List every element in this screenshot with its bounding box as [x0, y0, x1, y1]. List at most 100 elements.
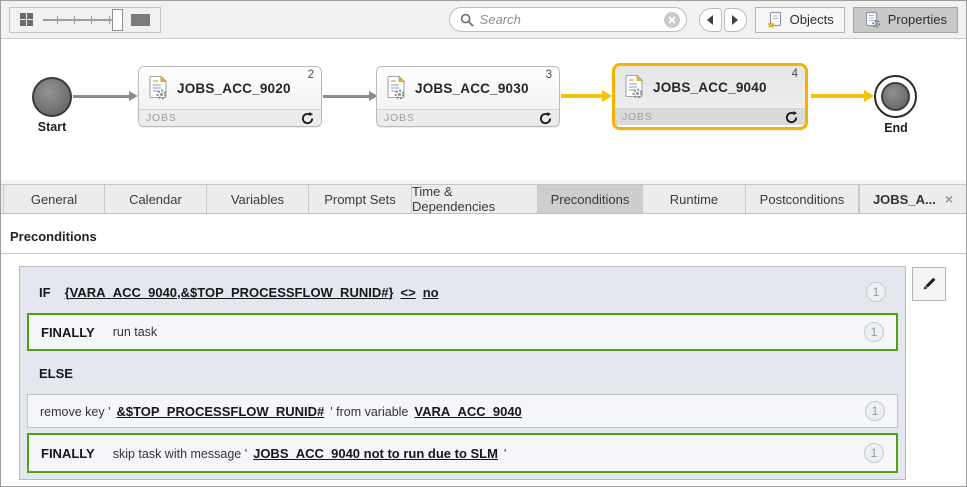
job-node-jobs-acc-9020[interactable]: JOBS_ACC_9020 2 JOBS [138, 66, 322, 127]
finally-run-row: FINALLY run task 1 [27, 313, 898, 351]
edge-arrowhead [129, 91, 138, 101]
job-icon [147, 75, 169, 101]
tab-time-dependencies[interactable]: Time & Dependencies [412, 185, 538, 213]
tab-prompt-sets[interactable]: Prompt Sets [309, 185, 412, 213]
section-title: Preconditions [1, 214, 966, 244]
node-footer: JOBS [615, 108, 805, 125]
finally-skip-row: FINALLY skip task with message ' JOBS_AC… [27, 433, 898, 473]
node-header: JOBS_ACC_9030 3 [377, 67, 559, 109]
zoom-tick [109, 16, 110, 24]
zoom-tick [91, 16, 92, 24]
overview-grid-icon[interactable] [20, 13, 33, 26]
workflow-editor-window: Objects Properties Start [0, 0, 967, 487]
objects-button-label: Objects [790, 12, 834, 27]
node-type-label: JOBS [384, 112, 415, 124]
precondition-rules-panel: IF {VARA_ACC_9040,&$TOP_PROCESSFLOW_RUNI… [19, 266, 906, 480]
job-node-jobs-acc-9030[interactable]: JOBS_ACC_9030 3 JOBS [376, 66, 560, 127]
count-badge: 1 [864, 322, 884, 342]
objects-page-icon [766, 11, 784, 29]
end-node-inner [881, 82, 910, 111]
start-label: Start [24, 120, 80, 134]
tab-label: Prompt Sets [324, 192, 396, 207]
tab-general[interactable]: General [4, 185, 105, 213]
end-label: End [868, 121, 924, 135]
tab-label: Runtime [670, 192, 718, 207]
node-footer: JOBS [377, 109, 559, 126]
properties-page-icon [864, 11, 882, 29]
zoom-slider[interactable] [43, 9, 121, 31]
objects-button[interactable]: Objects [755, 7, 845, 33]
condition-link[interactable]: {VARA_ACC_9040,&$TOP_PROCESSFLOW_RUNID#} [65, 285, 394, 300]
else-keyword: ELSE [39, 366, 73, 381]
close-icon[interactable]: × [945, 191, 953, 207]
object-tab-jobs-acc-9040[interactable]: JOBS_A... × [859, 185, 966, 213]
rerun-icon [785, 111, 798, 124]
object-tab-label: JOBS_A... [873, 192, 936, 207]
node-header: JOBS_ACC_9040 4 [615, 66, 805, 108]
tab-label: Time & Dependencies [412, 184, 537, 214]
start-node[interactable] [32, 77, 72, 117]
tab-label: Preconditions [551, 192, 630, 207]
tab-label: Postconditions [760, 192, 845, 207]
search-input[interactable] [480, 12, 658, 27]
node-title: JOBS_ACC_9020 [177, 81, 291, 96]
rerun-icon [539, 112, 552, 125]
finally-run-text: run task [113, 325, 157, 339]
properties-button[interactable]: Properties [853, 7, 958, 33]
search-box [449, 7, 687, 32]
skip-task-text: skip task with message ' JOBS_ACC_9040 n… [113, 446, 507, 461]
variable-link[interactable]: VARA_ACC_9040 [414, 404, 521, 419]
count-badge: 1 [865, 401, 885, 421]
tab-variables[interactable]: Variables [207, 185, 309, 213]
node-order-number: 2 [308, 69, 314, 81]
toolbar: Objects Properties [1, 1, 966, 39]
finally-keyword: FINALLY [41, 446, 95, 461]
prev-button[interactable] [699, 8, 722, 32]
key-link[interactable]: &$TOP_PROCESSFLOW_RUNID# [116, 404, 324, 419]
tab-postconditions[interactable]: Postconditions [746, 185, 859, 213]
message-link[interactable]: JOBS_ACC_9040 not to run due to SLM [253, 446, 498, 461]
else-row: ELSE [27, 356, 898, 390]
skip-suffix: ' [504, 447, 506, 461]
pencil-icon [920, 275, 938, 293]
job-node-jobs-acc-9040[interactable]: JOBS_ACC_9040 4 JOBS [612, 63, 808, 130]
skip-prefix: skip task with message ' [113, 447, 247, 461]
zoom-control-group [9, 7, 161, 33]
node-type-label: JOBS [146, 112, 177, 124]
next-button[interactable] [724, 8, 747, 32]
end-node[interactable] [874, 75, 917, 118]
node-order-number: 4 [792, 68, 798, 80]
preconditions-pane: Preconditions IF {VARA_ACC_9040,&$TOP_PR… [1, 214, 966, 487]
tab-preconditions[interactable]: Preconditions [538, 185, 643, 213]
zoom-tick [74, 16, 75, 24]
remove-key-text: remove key ' &$TOP_PROCESSFLOW_RUNID# ' … [40, 404, 522, 419]
tab-label: Calendar [129, 192, 182, 207]
tab-calendar[interactable]: Calendar [105, 185, 207, 213]
properties-tab-bar: General Calendar Variables Prompt Sets T… [1, 184, 966, 214]
edge-arrowhead [864, 90, 874, 102]
edge-start-to-9020 [73, 95, 129, 98]
rerun-icon [301, 112, 314, 125]
left-arrow-icon [707, 15, 713, 25]
remove-key-row: remove key ' &$TOP_PROCESSFLOW_RUNID# ' … [27, 394, 898, 428]
if-keyword: IF [39, 285, 51, 300]
node-header: JOBS_ACC_9020 2 [139, 67, 321, 109]
tab-label: Variables [231, 192, 284, 207]
zoom-tick [57, 16, 58, 24]
job-icon [623, 74, 645, 100]
remove-middle: ' from variable [330, 405, 408, 419]
edge-arrowhead [602, 90, 612, 102]
zoom-slider-handle[interactable] [112, 9, 123, 31]
right-arrow-icon [732, 15, 738, 25]
tab-runtime[interactable]: Runtime [643, 185, 746, 213]
edge-9030-to-9040 [561, 94, 603, 98]
clear-search-button[interactable] [664, 12, 680, 28]
value-link[interactable]: no [423, 285, 439, 300]
node-footer: JOBS [139, 109, 321, 126]
finally-keyword: FINALLY [41, 325, 95, 340]
node-type-label: JOBS [622, 111, 653, 123]
edit-button[interactable] [912, 267, 946, 301]
remove-prefix: remove key ' [40, 405, 110, 419]
zoom-fit-button[interactable] [131, 14, 150, 26]
operator-link[interactable]: <> [401, 285, 416, 300]
